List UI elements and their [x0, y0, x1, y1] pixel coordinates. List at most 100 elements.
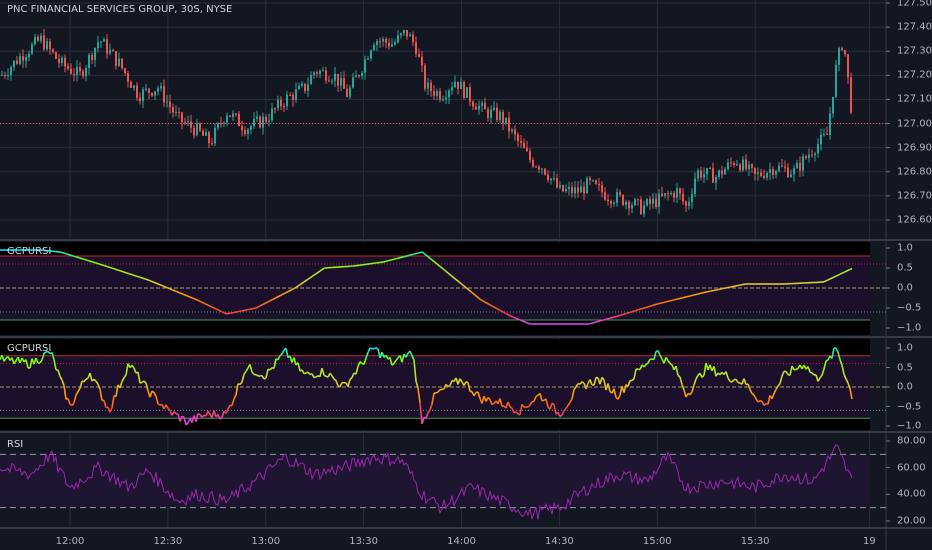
candle	[271, 108, 273, 121]
candle	[364, 59, 366, 73]
candle	[154, 91, 156, 96]
gcpursi-line-segment	[171, 288, 175, 292]
gcpursi-line-segment	[219, 310, 223, 313]
gcpursi-line-segment	[141, 277, 145, 280]
gcpursi-line-segment	[409, 253, 413, 256]
gcpursi-line-segment	[401, 255, 405, 258]
gcpursi-line-segment	[189, 296, 193, 299]
candle	[640, 199, 642, 215]
candle	[562, 185, 564, 192]
candle	[688, 202, 690, 206]
candle	[448, 90, 450, 98]
gcpursi-line-segment	[395, 257, 399, 260]
gcpursi-line-segment	[641, 307, 645, 310]
candle	[754, 167, 756, 174]
candle	[73, 73, 75, 76]
candle	[109, 49, 111, 54]
candle	[697, 170, 699, 179]
candle	[802, 156, 804, 171]
candle	[13, 60, 15, 68]
gcpursi-line-segment	[293, 286, 297, 290]
candle	[121, 58, 123, 69]
gcpursi-line-segment	[831, 276, 835, 279]
candle	[142, 89, 144, 102]
candle	[541, 168, 543, 170]
candle	[229, 115, 231, 117]
candle	[487, 109, 489, 118]
candle	[100, 41, 102, 43]
candle	[361, 72, 363, 76]
gcpursi-line-segment	[521, 319, 525, 323]
gcpursi-line-segment	[373, 347, 377, 350]
candle	[355, 75, 357, 78]
gcpursi-line-segment	[135, 275, 139, 278]
candle	[733, 163, 735, 165]
candle	[814, 153, 816, 156]
candle	[508, 117, 510, 132]
chart-canvas[interactable]	[0, 0, 932, 550]
candle	[445, 97, 447, 100]
gcpursi-line-segment	[119, 269, 123, 273]
gcpursi-line-segment	[197, 412, 201, 416]
gcpursi-line-segment	[213, 307, 217, 310]
gcpursi-line-segment	[303, 279, 307, 283]
candle	[223, 122, 225, 124]
gcpursi-line-segment	[259, 304, 263, 307]
candle	[463, 81, 465, 98]
candle	[382, 39, 384, 42]
candle	[286, 94, 288, 107]
gcpursi-line-segment	[737, 381, 741, 384]
candle	[196, 123, 198, 136]
candle	[514, 129, 516, 135]
time-axis-label: 14:30	[544, 536, 574, 547]
gcpursi-line-segment	[127, 272, 131, 275]
candle	[199, 123, 201, 131]
candle	[58, 58, 60, 64]
candle	[37, 37, 39, 41]
gcpursi-line-segment	[149, 279, 153, 283]
gcpursi-line-segment	[617, 314, 621, 317]
candle	[331, 80, 333, 82]
gcpursi-line-segment	[535, 394, 539, 398]
gcpursi-line-segment	[269, 299, 273, 302]
gcpursi-line-segment	[523, 320, 527, 324]
candle	[16, 60, 18, 64]
axis-tick-label: 0.0	[897, 381, 913, 393]
candle	[685, 201, 687, 206]
gcpursi-line-segment	[205, 303, 209, 306]
candle	[775, 170, 777, 175]
gcpursi-line-segment	[65, 253, 69, 256]
candle	[202, 130, 204, 136]
candle	[85, 67, 87, 77]
gcpursi-line-segment	[413, 252, 417, 255]
candle	[748, 164, 750, 170]
candle	[430, 82, 432, 92]
gcpursi-line-segment	[267, 300, 271, 303]
candle	[160, 86, 162, 89]
candle	[751, 164, 753, 168]
candle	[136, 85, 138, 98]
candle	[532, 160, 534, 167]
candle	[715, 177, 717, 183]
gcpursi-line-segment	[85, 377, 89, 380]
gcpursi-line-segment	[257, 305, 261, 308]
gcpursi-line-segment	[317, 270, 321, 274]
candle	[643, 205, 645, 215]
gcpursi-line-segment	[125, 271, 129, 275]
candle	[262, 116, 264, 128]
candle	[511, 129, 513, 132]
candle	[316, 72, 318, 74]
axis-tick-label: 0.5	[897, 262, 913, 274]
gcpursi-line-segment	[95, 262, 99, 265]
gcpursi-line-segment	[175, 412, 179, 415]
candle	[667, 193, 669, 195]
candle	[235, 113, 237, 115]
candle	[658, 193, 660, 208]
candle	[352, 77, 354, 88]
candle	[646, 199, 648, 206]
candle	[391, 44, 393, 47]
candle	[397, 35, 399, 43]
gcpursi-line-segment	[515, 317, 519, 320]
candle	[433, 91, 435, 96]
candle	[595, 180, 597, 184]
